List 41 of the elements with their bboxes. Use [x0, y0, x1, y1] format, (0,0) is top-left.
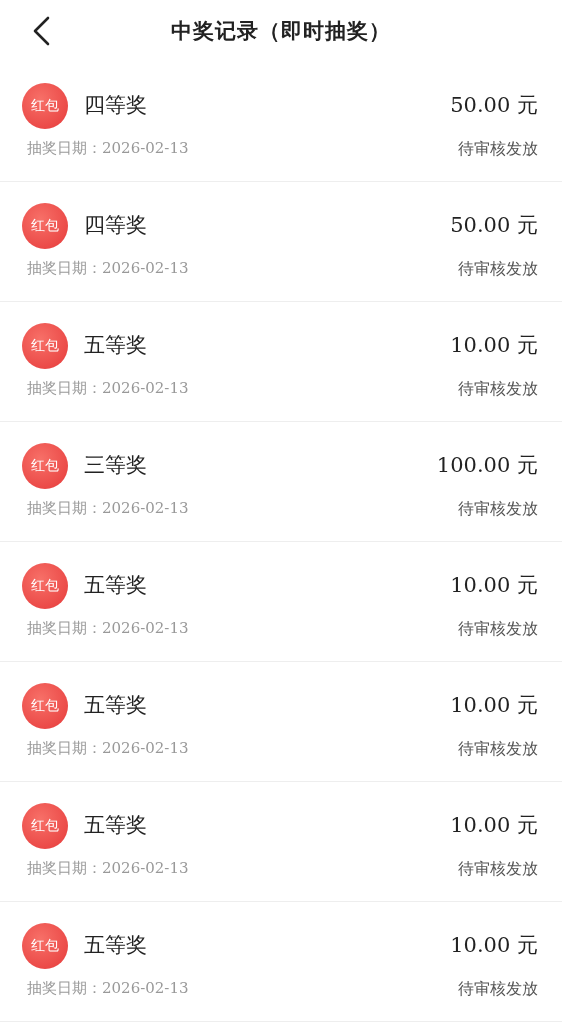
- prize-amount: 10.00 元: [450, 571, 538, 599]
- prize-amount: 50.00 元: [450, 211, 538, 239]
- prize-type-badge: 红包: [22, 442, 68, 489]
- draw-date: 抽奖日期：2026-02-13: [26, 978, 189, 1000]
- prize-type-badge: 红包: [22, 82, 68, 129]
- draw-date: 抽奖日期：2026-02-13: [26, 258, 189, 280]
- status-text: 待审核发放: [458, 857, 538, 880]
- status-text: 待审核发放: [458, 257, 538, 280]
- prize-type-badge: 红包: [22, 682, 68, 729]
- prize-type-badge: 红包: [22, 922, 68, 969]
- prize-name: 五等奖: [84, 331, 147, 359]
- draw-date: 抽奖日期：2026-02-13: [26, 138, 189, 160]
- status-text: 待审核发放: [458, 737, 538, 760]
- status-text: 待审核发放: [458, 137, 538, 160]
- status-text: 待审核发放: [458, 617, 538, 640]
- prize-name: 三等奖: [84, 451, 147, 479]
- prize-amount: 50.00 元: [450, 91, 538, 119]
- draw-date: 抽奖日期：2026-02-13: [26, 858, 189, 880]
- status-text: 待审核发放: [458, 377, 538, 400]
- status-text: 待审核发放: [458, 497, 538, 520]
- prize-name: 四等奖: [84, 91, 147, 119]
- prize-amount: 10.00 元: [450, 331, 538, 359]
- prize-type-badge: 红包: [22, 322, 68, 369]
- prize-type-badge: 红包: [22, 802, 68, 849]
- draw-date: 抽奖日期：2026-02-13: [26, 738, 189, 760]
- prize-amount: 10.00 元: [450, 691, 538, 719]
- prize-type-badge: 红包: [22, 202, 68, 249]
- prize-name: 五等奖: [84, 931, 147, 959]
- draw-date: 抽奖日期：2026-02-13: [26, 378, 189, 400]
- prize-type-badge: 红包: [22, 562, 68, 609]
- draw-date: 抽奖日期：2026-02-13: [26, 498, 189, 520]
- prize-name: 五等奖: [84, 691, 147, 719]
- prize-name: 四等奖: [84, 211, 147, 239]
- page-title: 中奖记录（即时抽奖）: [171, 17, 391, 46]
- prize-amount: 100.00 元: [436, 451, 538, 479]
- prize-name: 五等奖: [84, 811, 147, 839]
- status-text: 待审核发放: [458, 977, 538, 1000]
- prize-amount: 10.00 元: [450, 931, 538, 959]
- prize-amount: 10.00 元: [450, 811, 538, 839]
- prize-name: 五等奖: [84, 571, 147, 599]
- draw-date: 抽奖日期：2026-02-13: [26, 618, 189, 640]
